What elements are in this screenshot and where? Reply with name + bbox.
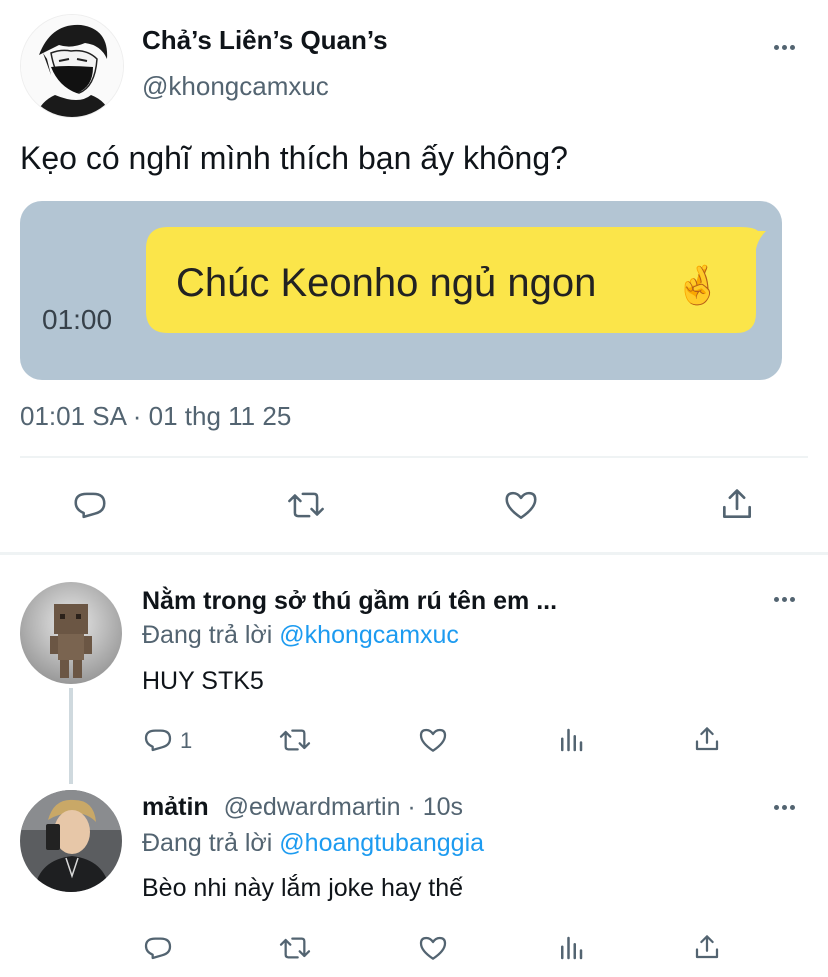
retweet-icon[interactable] — [276, 724, 314, 756]
reply-icon[interactable] — [71, 486, 109, 524]
tweet-timestamp[interactable]: 01:01 SA · 01 thg 11 25 — [20, 400, 291, 432]
crossed-fingers-emoji: 🤞 — [674, 263, 722, 307]
reply-text: Bèo nhi này lắm joke hay thế — [142, 874, 464, 902]
replying-to-line: Đang trả lời @khongcamxuc — [142, 620, 459, 650]
reply-icon[interactable] — [142, 932, 174, 964]
reply-avatar[interactable] — [20, 582, 122, 684]
reply-avatar[interactable] — [20, 790, 122, 892]
more-options-icon[interactable] — [774, 805, 795, 810]
thread-line — [69, 688, 73, 784]
share-icon[interactable] — [692, 930, 722, 964]
retweet-icon[interactable] — [276, 932, 314, 964]
reply-author-line: mảtin @edwardmartin · 10s — [142, 792, 463, 822]
tweet-media[interactable]: 01:00 Chúc Keonho ngủ ngon 🤞 — [20, 201, 782, 380]
section-divider — [0, 552, 828, 555]
like-icon[interactable] — [501, 486, 541, 524]
tweet-divider — [20, 456, 808, 458]
author-name[interactable]: Chả’s Liên’s Quan’s — [142, 24, 388, 56]
more-options-icon[interactable] — [774, 45, 795, 50]
share-icon[interactable] — [692, 722, 722, 756]
author-handle[interactable]: @khongcamxuc — [142, 70, 329, 102]
retweet-icon[interactable] — [284, 486, 328, 524]
replying-to-line: Đang trả lời @hoangtubanggia — [142, 828, 484, 858]
replying-prefix: Đang trả lời — [142, 829, 273, 857]
more-options-icon[interactable] — [774, 597, 795, 602]
replying-prefix: Đang trả lời — [142, 621, 273, 649]
replying-to-link[interactable]: @hoangtubanggia — [279, 829, 484, 857]
tweet-text: Kẹo có nghĩ mình thích bạn ấy không? — [20, 140, 568, 176]
like-icon[interactable] — [416, 932, 450, 964]
media-time-label: 01:00 — [42, 304, 113, 335]
reply-handle-time[interactable]: @edwardmartin · 10s — [224, 793, 463, 821]
reply-count: 1 — [180, 728, 193, 753]
chat-bubble-text: Chúc Keonho ngủ ngon — [176, 261, 597, 305]
views-icon[interactable] — [556, 724, 586, 756]
replying-to-link[interactable]: @khongcamxuc — [279, 621, 459, 649]
reply-icon[interactable] — [142, 724, 174, 756]
reply-text: HUY STK5 — [142, 667, 264, 695]
reply-author-name[interactable]: mảtin — [142, 793, 209, 821]
views-icon[interactable] — [556, 932, 586, 964]
like-icon[interactable] — [416, 724, 450, 756]
share-icon[interactable] — [718, 484, 756, 524]
author-avatar[interactable] — [20, 14, 124, 118]
reply-author-name[interactable]: Nằm trong sở thú gầm rú tên em ... — [142, 586, 557, 616]
